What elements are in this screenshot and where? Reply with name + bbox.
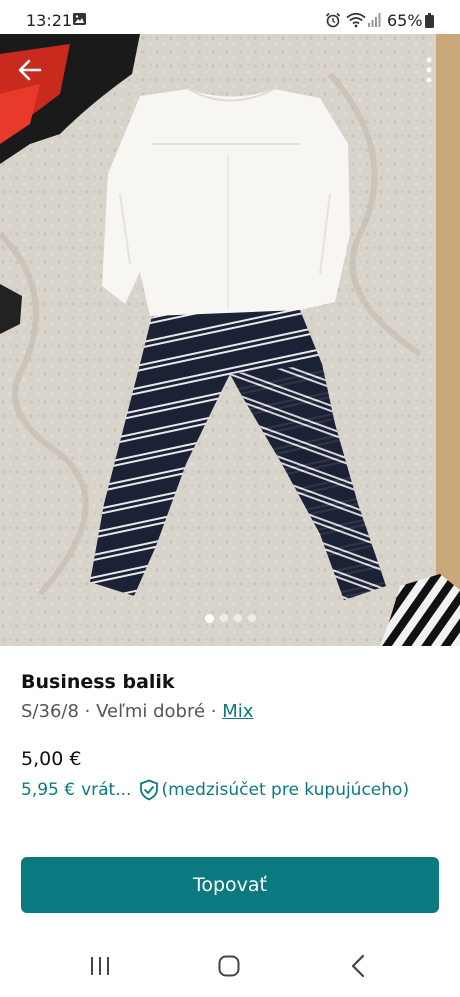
buyer-protection-label: (medzisúčet pre kupujúceho) <box>161 780 410 800</box>
pager-dot[interactable] <box>233 614 242 622</box>
fee-label: vrát... <box>81 780 132 800</box>
status-time: 13:21 <box>26 11 73 30</box>
size-condition: S/36/8 · Veľmi dobré · <box>21 701 223 722</box>
home-icon[interactable] <box>218 955 240 977</box>
more-vertical-icon <box>426 57 432 83</box>
back-arrow-icon <box>18 59 42 81</box>
price-with-protection[interactable]: 5,95 € vrát... (medzisúčet pre kupujúceh… <box>21 778 409 802</box>
pager-dot[interactable] <box>204 613 214 623</box>
pager-dot[interactable] <box>247 614 256 622</box>
item-details: S/36/8 · Veľmi dobré · Mix <box>21 701 253 722</box>
photo-pager <box>0 613 460 628</box>
shield-check-icon <box>140 779 159 801</box>
back-button[interactable] <box>12 52 48 88</box>
item-title: Business balik <box>21 671 175 693</box>
battery-icon <box>425 13 434 28</box>
item-price: 5,00 € <box>21 748 82 770</box>
alarm-icon <box>325 12 341 28</box>
signal-icon <box>368 13 381 27</box>
wifi-icon <box>346 12 366 28</box>
item-photo-image <box>0 34 460 646</box>
system-nav-bar <box>0 937 460 997</box>
recents-icon[interactable] <box>89 956 111 976</box>
total-price: 5,95 € <box>21 780 76 800</box>
back-icon[interactable] <box>350 954 366 978</box>
more-options-button[interactable] <box>414 52 444 88</box>
photo-icon <box>73 13 86 25</box>
item-photo[interactable] <box>0 34 460 646</box>
battery-level: 65% <box>387 11 423 30</box>
pager-dot[interactable] <box>219 614 228 622</box>
bump-button[interactable]: Topovať <box>21 857 439 913</box>
brand-link[interactable]: Mix <box>222 701 253 722</box>
